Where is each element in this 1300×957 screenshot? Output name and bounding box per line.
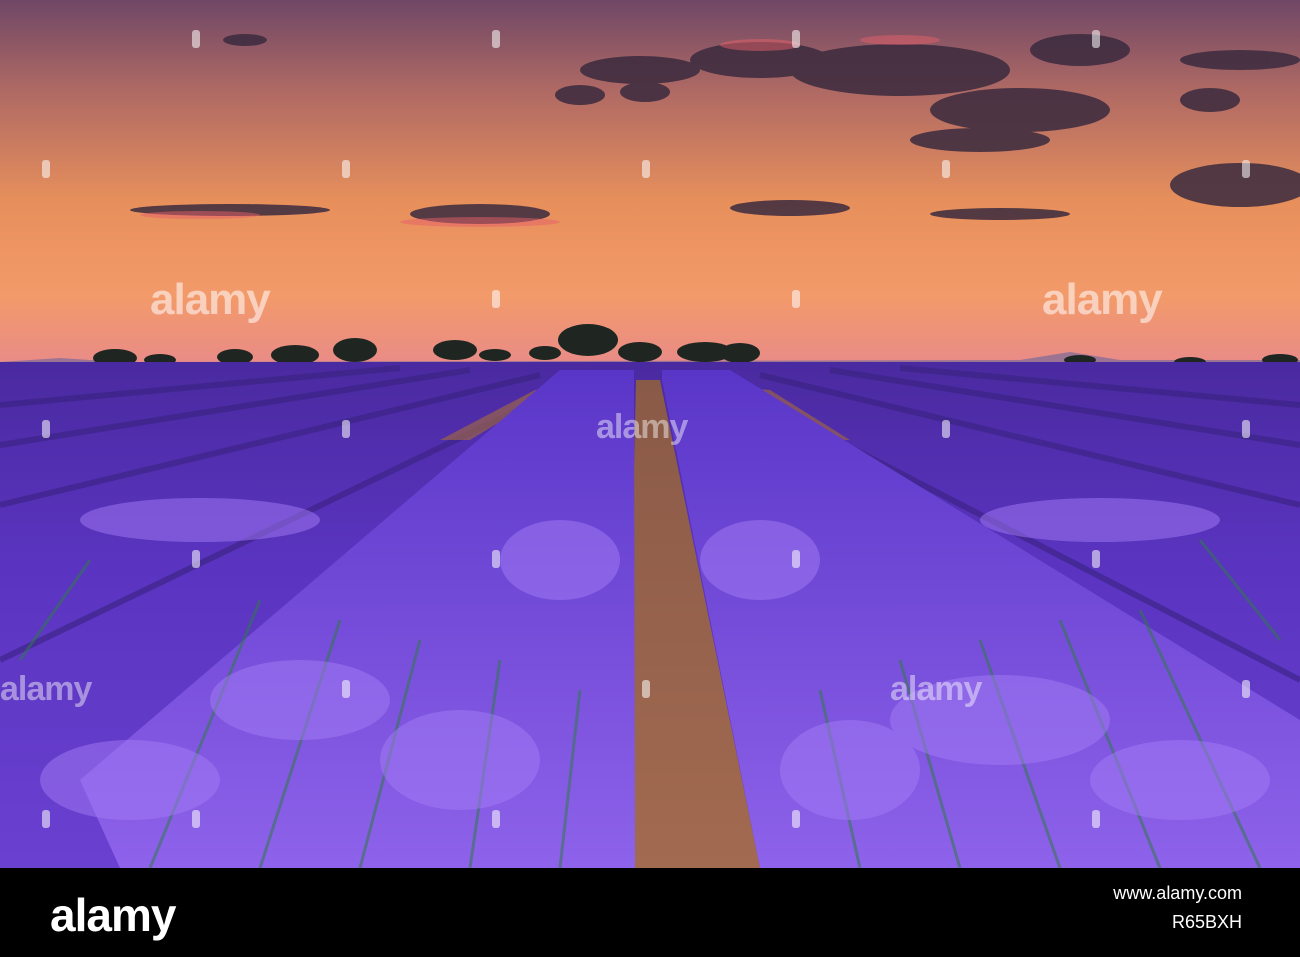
watermark-dot [792, 550, 800, 568]
watermark-dot [492, 550, 500, 568]
watermark-dot [192, 30, 200, 48]
watermark-dot [642, 680, 650, 698]
watermark-dot [342, 420, 350, 438]
watermark-dot [792, 290, 800, 308]
footer-bar: alamy www.alamy.com R65BXH [0, 868, 1300, 957]
watermark-dot [42, 810, 50, 828]
watermark-dot [492, 290, 500, 308]
alamy-logo[interactable]: alamy [50, 888, 176, 942]
watermark-dot [42, 420, 50, 438]
watermark-dot [1242, 160, 1250, 178]
watermark-dot [1092, 550, 1100, 568]
watermark-dot [342, 680, 350, 698]
image-id: R65BXH [1171, 912, 1242, 932]
watermark-dot [792, 30, 800, 48]
watermark-dot [792, 810, 800, 828]
lavender-sunset-photo: alamy alamy alamy alamy alamy [0, 0, 1300, 868]
watermark-dot [1092, 810, 1100, 828]
watermark-dot [192, 810, 200, 828]
watermark-dot [1092, 30, 1100, 48]
watermark-center: alamy [596, 408, 688, 446]
watermark-bottom-left: alamy [0, 670, 92, 708]
site-url[interactable]: www.alamy.com [1113, 883, 1242, 904]
watermark-right: alamy [1042, 275, 1163, 324]
watermark-dot [42, 160, 50, 178]
watermark-dot [1242, 420, 1250, 438]
watermark-bottom-right: alamy [890, 670, 982, 708]
watermark-dot [642, 160, 650, 178]
watermark-dot [1242, 680, 1250, 698]
watermark-dot [942, 420, 950, 438]
watermark-dot [492, 30, 500, 48]
watermark-dot [342, 160, 350, 178]
watermark-dot [192, 550, 200, 568]
watermark-dot [492, 810, 500, 828]
watermark-dot [942, 160, 950, 178]
watermark-left: alamy [150, 275, 271, 324]
